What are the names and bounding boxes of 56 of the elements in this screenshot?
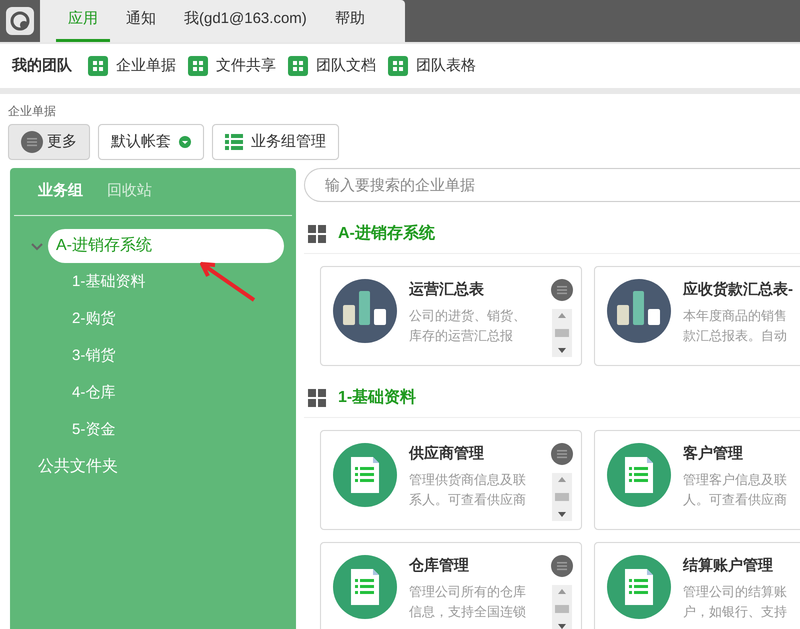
card-description: 管理供货商信息及联 系人。可查看供应商 — [409, 470, 527, 508]
card-title: 结算账户管理 — [683, 556, 774, 576]
logo-icon — [6, 7, 34, 35]
nav-tab[interactable]: 通知 — [114, 0, 168, 42]
menu-icon[interactable] — [21, 131, 43, 153]
document-list-icon — [333, 443, 397, 507]
team-title: 我的团队 — [12, 56, 72, 76]
grid-icon — [308, 388, 326, 406]
document-list-icon — [607, 555, 671, 619]
search-field[interactable]: 输入要搜索的企业单据 — [304, 168, 800, 202]
grid-icon — [388, 56, 408, 76]
app-card[interactable]: 客户管理 管理客户信息及联 人。可查看供应商 — [594, 430, 800, 530]
document-list-icon — [607, 443, 671, 507]
card-description: 公司的进货、销货、 库存的运营汇总报 — [409, 306, 527, 344]
breadcrumb: 企业单据 — [7, 103, 57, 120]
card-description: 管理客户信息及联 人。可查看供应商 — [683, 470, 788, 508]
menu-icon[interactable] — [551, 279, 573, 301]
app-card[interactable]: 仓库管理 管理公司所有的仓库 信息，支持全国连锁 — [320, 542, 582, 629]
tree-item[interactable]: A-进销存系统 — [48, 229, 284, 263]
card-title: 运营汇总表 — [409, 280, 485, 300]
bar-chart-icon — [333, 279, 397, 343]
card-title: 应收货款汇总表- — [683, 280, 794, 300]
grid-icon — [308, 224, 326, 242]
caret-icon — [179, 136, 191, 148]
team-link[interactable]: 团队文档 — [316, 54, 376, 78]
team-link[interactable]: 文件共享 — [216, 54, 276, 78]
card-title: 客户管理 — [683, 444, 744, 464]
scrollbar-icon — [552, 309, 572, 357]
app-card[interactable]: 运营汇总表 公司的进货、销货、 库存的运营汇总报 — [320, 266, 582, 366]
grid-icon — [88, 56, 108, 76]
nav-tab[interactable]: 帮助 — [322, 0, 377, 42]
group-manage-button[interactable]: 业务组管理 — [212, 124, 339, 160]
list-icon — [225, 133, 243, 151]
card-title: 供应商管理 — [409, 444, 485, 464]
scrollbar-icon — [552, 473, 572, 521]
card-description: 本年度商品的销售 款汇总报表。自动 — [683, 306, 788, 344]
menu-icon[interactable] — [551, 555, 573, 577]
app-card[interactable]: 结算账户管理 管理公司的结算账 户，如银行、支持 — [594, 542, 800, 629]
account-dropdown[interactable]: 默认帐套 — [98, 124, 204, 160]
card-title: 仓库管理 — [409, 556, 470, 576]
card-description: 管理公司的结算账 户，如银行、支持 — [683, 582, 788, 620]
grid-icon — [188, 56, 208, 76]
section-title: A-进销存系统 — [338, 223, 435, 244]
section-title: 1-基础资料 — [338, 388, 416, 408]
app-card[interactable]: 供应商管理 管理供货商信息及联 系人。可查看供应商 — [320, 430, 582, 530]
menu-icon[interactable] — [551, 443, 573, 465]
card-description: 管理公司所有的仓库 信息，支持全国连锁 — [409, 582, 527, 620]
team-link[interactable]: 团队表格 — [416, 54, 476, 78]
grid-icon — [288, 56, 308, 76]
nav-tab[interactable]: 我(gd1@163.com) — [172, 0, 319, 42]
document-list-icon — [333, 555, 397, 619]
bar-chart-icon — [607, 279, 671, 343]
team-link[interactable]: 企业单据 — [116, 54, 176, 78]
more-button[interactable]: 更多 — [8, 124, 90, 160]
app-card[interactable]: 应收货款汇总表- 本年度商品的销售 款汇总报表。自动 — [594, 266, 800, 366]
scrollbar-icon — [552, 585, 572, 629]
